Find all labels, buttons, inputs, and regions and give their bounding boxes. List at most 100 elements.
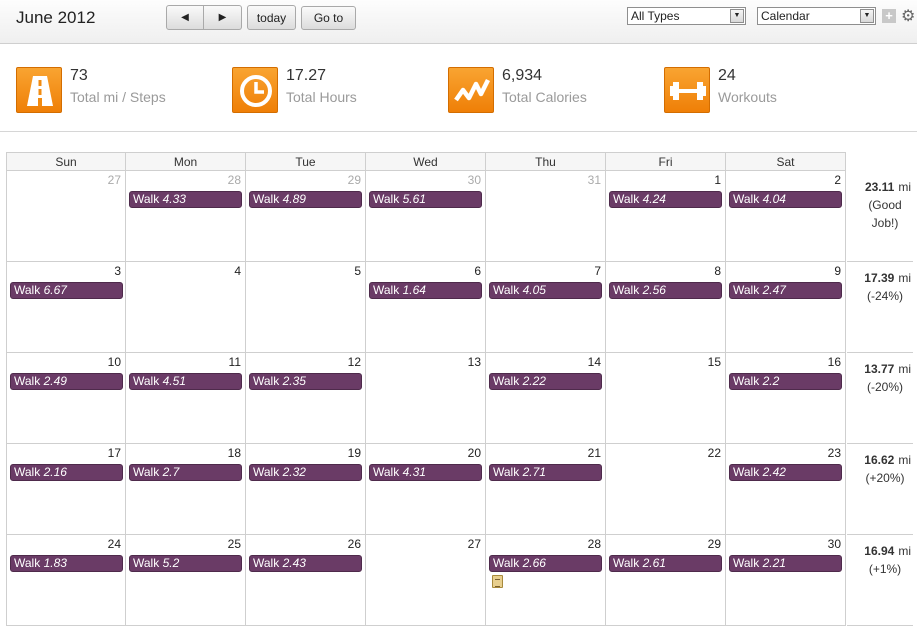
add-icon[interactable]: + xyxy=(882,9,896,23)
day-number: 3 xyxy=(114,264,121,278)
day-cell[interactable]: 28 Walk 4.33 xyxy=(126,171,246,262)
day-cell[interactable]: 30 Walk 2.21 xyxy=(726,535,846,626)
day-cell[interactable]: 16 Walk 2.2 xyxy=(726,353,846,444)
workout-event[interactable]: Walk 5.61 xyxy=(369,191,482,208)
day-number: 16 xyxy=(827,355,841,369)
workout-event[interactable]: Walk 4.05 xyxy=(489,282,602,299)
road-icon xyxy=(16,67,62,113)
workout-type: Walk xyxy=(493,374,520,388)
workout-event[interactable]: Walk 4.31 xyxy=(369,464,482,481)
day-cell[interactable]: 14 Walk 2.22 xyxy=(486,353,606,444)
workout-event[interactable]: Walk 6.67 xyxy=(10,282,123,299)
day-number: 28 xyxy=(227,173,241,187)
day-cell[interactable]: 17 Walk 2.16 xyxy=(6,444,126,535)
workout-event[interactable]: Walk 4.51 xyxy=(129,373,242,390)
workout-event[interactable]: Walk 2.49 xyxy=(10,373,123,390)
day-number: 17 xyxy=(107,446,121,460)
day-cell[interactable]: 29 Walk 4.89 xyxy=(246,171,366,262)
day-cell[interactable]: 26 Walk 2.43 xyxy=(246,535,366,626)
workout-type: Walk xyxy=(253,374,280,388)
day-number: 20 xyxy=(467,446,481,460)
workout-event[interactable]: Walk 2.35 xyxy=(249,373,362,390)
workout-event[interactable]: Walk 4.04 xyxy=(729,191,842,208)
day-cell[interactable]: 2 Walk 4.04 xyxy=(726,171,846,262)
week-summary: 13.77 mi (-20%) xyxy=(847,353,913,444)
workout-event[interactable]: Walk 2.32 xyxy=(249,464,362,481)
day-cell[interactable]: 19 Walk 2.32 xyxy=(246,444,366,535)
workout-event[interactable]: Walk 4.89 xyxy=(249,191,362,208)
day-cell[interactable]: 27 xyxy=(6,171,126,262)
day-cell[interactable]: 5 xyxy=(246,262,366,353)
day-cell[interactable]: 29 Walk 2.61 xyxy=(606,535,726,626)
day-cell[interactable]: 27 xyxy=(366,535,486,626)
workout-distance: 2.2 xyxy=(762,374,780,388)
workout-event[interactable]: Walk 2.7 xyxy=(129,464,242,481)
today-button[interactable]: today xyxy=(247,5,296,30)
day-number: 4 xyxy=(234,264,241,278)
day-cell[interactable]: 15 xyxy=(606,353,726,444)
day-cell[interactable]: 18 Walk 2.7 xyxy=(126,444,246,535)
day-cell[interactable]: 20 Walk 4.31 xyxy=(366,444,486,535)
day-number: 29 xyxy=(347,173,361,187)
workout-event[interactable]: Walk 2.43 xyxy=(249,555,362,572)
workout-distance: 4.24 xyxy=(642,192,666,206)
workout-distance: 2.66 xyxy=(522,556,546,570)
workout-event[interactable]: Walk 2.16 xyxy=(10,464,123,481)
day-number: 21 xyxy=(587,446,601,460)
clipboard-icon[interactable] xyxy=(492,575,503,588)
workout-type: Walk xyxy=(14,465,41,479)
workout-distance: 2.7 xyxy=(162,465,180,479)
week-change-note: (Good Job!) xyxy=(868,198,902,230)
day-cell[interactable]: 21 Walk 2.71 xyxy=(486,444,606,535)
workout-event[interactable]: Walk 2.42 xyxy=(729,464,842,481)
workout-event[interactable]: Walk 2.47 xyxy=(729,282,842,299)
day-cell[interactable]: 4 xyxy=(126,262,246,353)
workout-event[interactable]: Walk 2.22 xyxy=(489,373,602,390)
day-cell[interactable]: 25 Walk 5.2 xyxy=(126,535,246,626)
day-cell[interactable]: 23 Walk 2.42 xyxy=(726,444,846,535)
workout-type: Walk xyxy=(253,192,280,206)
workout-event[interactable]: Walk 2.56 xyxy=(609,282,722,299)
workout-event[interactable]: Walk 2.66 xyxy=(489,555,602,572)
workout-event[interactable]: Walk 5.2 xyxy=(129,555,242,572)
workout-type-select[interactable]: All Types ▼ xyxy=(627,7,746,25)
day-cell[interactable]: 24 Walk 1.83 xyxy=(6,535,126,626)
workout-event[interactable]: Walk 2.71 xyxy=(489,464,602,481)
workout-event[interactable]: Walk 2.21 xyxy=(729,555,842,572)
day-cell[interactable]: 3 Walk 6.67 xyxy=(6,262,126,353)
day-cell[interactable]: 30 Walk 5.61 xyxy=(366,171,486,262)
day-number: 25 xyxy=(227,537,241,551)
day-cell[interactable]: 6 Walk 1.64 xyxy=(366,262,486,353)
workout-distance: 1.83 xyxy=(43,556,67,570)
day-cell[interactable]: 7 Walk 4.05 xyxy=(486,262,606,353)
prev-month-button[interactable]: ◀ xyxy=(166,5,204,30)
week-summary: 23.11 mi (Good Job!) xyxy=(847,171,913,262)
workout-distance: 2.56 xyxy=(642,283,666,297)
day-cell[interactable]: 11 Walk 4.51 xyxy=(126,353,246,444)
day-cell[interactable]: 9 Walk 2.47 xyxy=(726,262,846,353)
day-cell[interactable]: 12 Walk 2.35 xyxy=(246,353,366,444)
workout-event[interactable]: Walk 4.33 xyxy=(129,191,242,208)
workout-distance: 2.35 xyxy=(282,374,306,388)
workout-event[interactable]: Walk 2.61 xyxy=(609,555,722,572)
view-select[interactable]: Calendar ▼ xyxy=(757,7,876,25)
day-number: 30 xyxy=(467,173,481,187)
day-cell[interactable]: 31 xyxy=(486,171,606,262)
day-cell[interactable]: 8 Walk 2.56 xyxy=(606,262,726,353)
week-change-note: (-20%) xyxy=(866,380,903,394)
workout-event[interactable]: Walk 1.64 xyxy=(369,282,482,299)
workout-event[interactable]: Walk 2.2 xyxy=(729,373,842,390)
workout-event[interactable]: Walk 4.24 xyxy=(609,191,722,208)
workout-event[interactable]: Walk 1.83 xyxy=(10,555,123,572)
day-cell[interactable]: 10 Walk 2.49 xyxy=(6,353,126,444)
day-cell[interactable]: 28 Walk 2.66 xyxy=(486,535,606,626)
day-cell[interactable]: 13 xyxy=(366,353,486,444)
workout-type: Walk xyxy=(14,374,41,388)
goto-button[interactable]: Go to xyxy=(301,6,356,30)
day-cell[interactable]: 22 xyxy=(606,444,726,535)
day-number: 29 xyxy=(707,537,721,551)
day-cell[interactable]: 1 Walk 4.24 xyxy=(606,171,726,262)
workout-type: Walk xyxy=(373,192,400,206)
gear-icon[interactable]: ⚙ xyxy=(901,6,915,26)
next-month-button[interactable]: ▶ xyxy=(204,5,242,30)
